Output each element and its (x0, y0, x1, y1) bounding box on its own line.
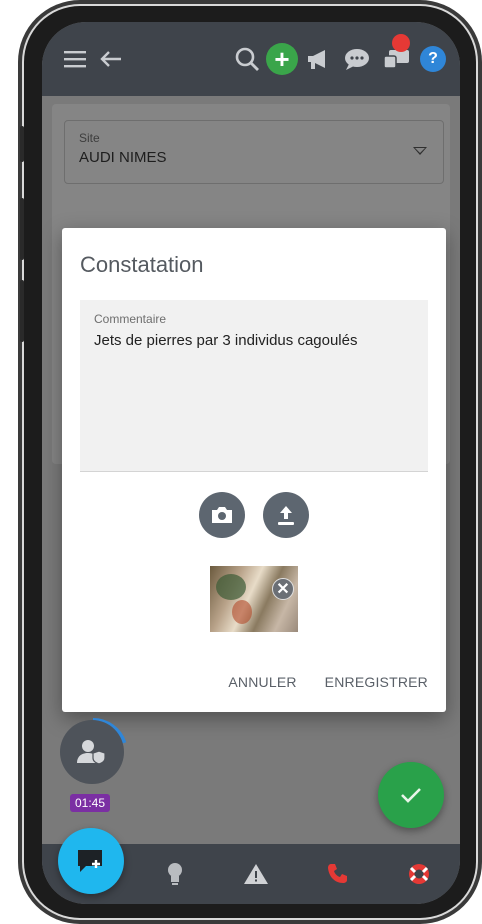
upload-button[interactable] (263, 492, 309, 538)
user-shield-icon (60, 720, 124, 784)
back-arrow-icon[interactable] (96, 44, 126, 74)
constatation-dialog: Constatation Commentaire Jets de pierres… (62, 228, 446, 712)
cancel-button[interactable]: ANNULER (228, 674, 296, 690)
comment-textarea[interactable]: Commentaire Jets de pierres par 3 indivi… (80, 300, 428, 472)
location-pin-notification-icon (392, 34, 410, 52)
photo-thumbnail[interactable]: ✕ (210, 566, 298, 632)
remove-photo-icon[interactable]: ✕ (272, 578, 294, 600)
phone-icon[interactable] (297, 862, 379, 886)
top-app-bar: + ? (42, 22, 460, 96)
megaphone-icon[interactable] (304, 44, 334, 74)
check-icon (401, 788, 421, 803)
app-screen: + ? Site AUDI NIMES Constatation Comment… (42, 22, 460, 904)
media-buttons (62, 492, 446, 538)
camera-button[interactable] (199, 492, 245, 538)
lifebuoy-icon[interactable] (379, 862, 461, 886)
menu-icon[interactable] (60, 44, 90, 74)
camera-icon (212, 507, 232, 523)
upload-icon (278, 506, 294, 525)
comment-label: Commentaire (94, 312, 167, 326)
lightbulb-icon[interactable] (134, 862, 216, 886)
site-label: Site (79, 131, 100, 145)
dialog-actions: ANNULER ENREGISTRER (228, 674, 428, 690)
message-add-icon (78, 850, 102, 872)
confirm-button[interactable] (378, 762, 444, 828)
search-icon[interactable] (232, 44, 262, 74)
site-select[interactable]: Site AUDI NIMES (64, 120, 444, 184)
dialog-title: Constatation (80, 252, 204, 277)
add-icon: + (274, 43, 290, 74)
help-icon[interactable]: ? (420, 46, 446, 72)
comment-value: Jets de pierres par 3 individus cagoulés (94, 332, 358, 349)
phone-volume-button (20, 198, 24, 260)
warning-icon[interactable] (216, 863, 298, 885)
timer-avatar-widget[interactable] (58, 718, 128, 788)
save-button[interactable]: ENREGISTRER (325, 674, 428, 690)
dropdown-arrow-icon (413, 147, 427, 155)
new-message-button[interactable] (58, 828, 124, 894)
phone-volume-button (20, 280, 24, 342)
chat-bubble-icon[interactable] (342, 44, 372, 74)
phone-volume-button (20, 126, 24, 162)
timer-badge: 01:45 (70, 794, 111, 812)
add-button[interactable]: + (266, 43, 298, 75)
site-value: AUDI NIMES (79, 149, 167, 166)
